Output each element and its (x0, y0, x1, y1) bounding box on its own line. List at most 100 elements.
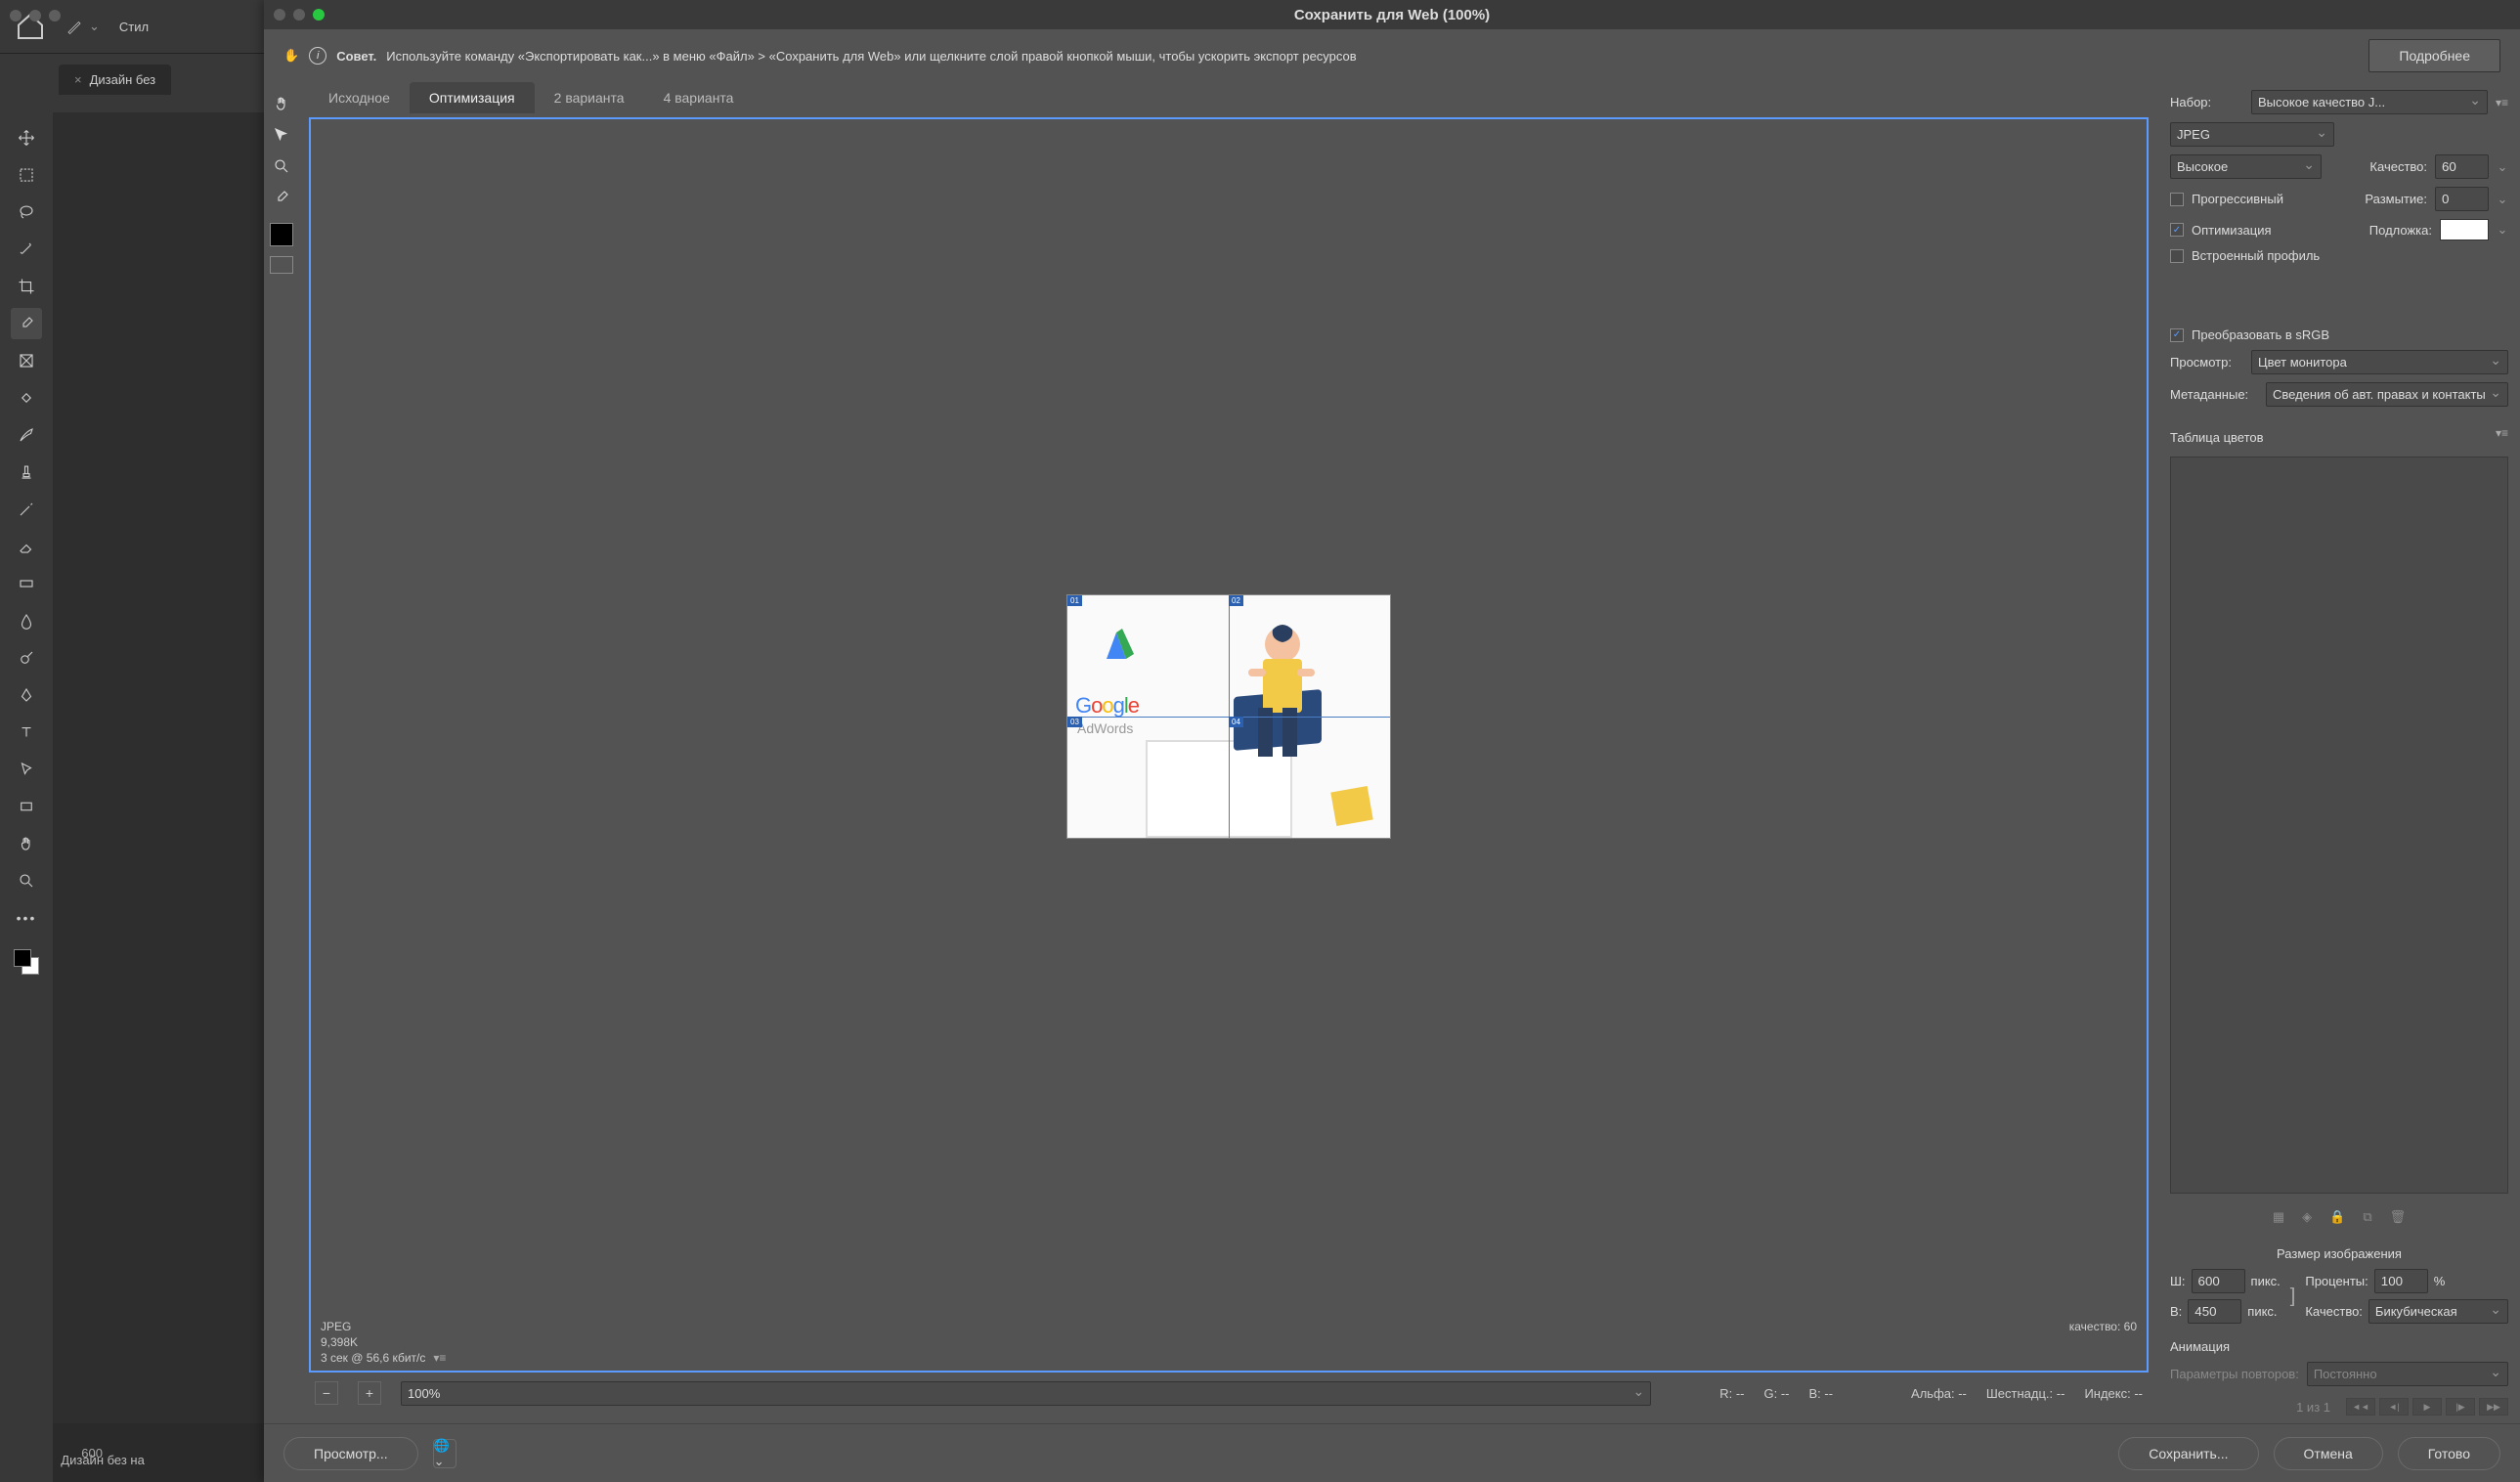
eraser-tool[interactable] (11, 531, 42, 562)
rectangle-tool[interactable] (11, 791, 42, 822)
resample-label: Качество: (2305, 1304, 2363, 1319)
text-tool[interactable] (11, 717, 42, 748)
spot-heal-tool[interactable] (11, 382, 42, 414)
ct-snap-icon[interactable]: ▦ (2273, 1209, 2284, 1225)
slice-visibility-toggle[interactable] (270, 256, 293, 274)
metadata-select[interactable]: Сведения об авт. правах и контакты (2266, 382, 2508, 407)
ct-new-icon[interactable]: ⧉ (2363, 1209, 2371, 1225)
eyedropper-color-swatch[interactable] (270, 223, 293, 246)
marquee-tool[interactable] (11, 159, 42, 191)
slice-select-tool[interactable] (268, 121, 295, 149)
preview-mode-select[interactable]: Цвет монитора (2251, 350, 2508, 374)
preview-tabs: Исходное Оптимизация 2 варианта 4 вариан… (309, 82, 2149, 113)
metadata-label: Метаданные: (2170, 387, 2258, 402)
tab-original[interactable]: Исходное (309, 82, 410, 113)
quality-preset-select[interactable]: Высокое (2170, 154, 2322, 179)
hand-tool[interactable] (11, 828, 42, 859)
blur-input[interactable] (2435, 187, 2489, 211)
more-info-button[interactable]: Подробнее (2368, 39, 2500, 72)
brush-tool[interactable] (11, 419, 42, 451)
minimize-window-icon[interactable] (293, 9, 305, 21)
done-button[interactable]: Готово (2398, 1437, 2500, 1470)
preview-canvas[interactable]: Google AdWords 01 (311, 119, 2147, 1314)
preset-select[interactable]: Высокое качество J... (2251, 90, 2488, 114)
slice-badge-03: 03 (1067, 717, 1082, 727)
ct-lock-icon[interactable]: 🔒 (2329, 1209, 2345, 1225)
gradient-tool[interactable] (11, 568, 42, 599)
tab-2up[interactable]: 2 варианта (535, 82, 644, 113)
browser-preview-dropdown[interactable]: 🌐⌄ (433, 1439, 456, 1468)
download-time-menu-icon[interactable]: ▾≡ (433, 1351, 446, 1365)
quality-input[interactable] (2435, 154, 2489, 179)
percent-input[interactable] (2374, 1269, 2428, 1293)
document-tab[interactable]: × Дизайн без (59, 65, 171, 95)
height-input[interactable] (2188, 1299, 2241, 1324)
blur-label: Размытие: (2365, 192, 2427, 206)
maximize-window-icon[interactable] (313, 9, 325, 21)
brush-tool-indicator[interactable]: ⌄ (65, 18, 100, 35)
stamp-tool[interactable] (11, 457, 42, 488)
photoshop-toolbar: ••• (0, 112, 53, 1482)
history-brush-tool[interactable] (11, 494, 42, 525)
animation-controls: 1 из 1 ◄◄ ◄| ▶ |▶ ▶▶ (2170, 1398, 2508, 1416)
color-table-tools: ▦ ◈ 🔒 ⧉ 🗑 (2170, 1205, 2508, 1229)
preset-menu-icon[interactable]: ▾≡ (2496, 96, 2508, 109)
ct-cube-icon[interactable]: ◈ (2302, 1209, 2312, 1225)
document-tab-label: Дизайн без (90, 72, 156, 87)
move-tool[interactable] (11, 122, 42, 153)
tab-4up[interactable]: 4 варианта (644, 82, 754, 113)
tab-optimized[interactable]: Оптимизация (410, 82, 535, 113)
zoom-out-button[interactable]: − (315, 1381, 338, 1405)
lasso-tool[interactable] (11, 196, 42, 228)
preview-button[interactable]: Просмотр... (283, 1437, 418, 1470)
color-b: B: -- (1808, 1386, 1833, 1401)
optimize-label: Оптимизация (2192, 223, 2272, 238)
dialog-titlebar: Сохранить для Web (100%) (264, 0, 2520, 29)
hand-tool[interactable] (268, 90, 295, 117)
close-icon[interactable]: × (74, 72, 82, 87)
percent-label: Проценты: (2305, 1274, 2368, 1288)
optimize-checkbox[interactable] (2170, 223, 2184, 237)
preview-mode-label: Просмотр: (2170, 355, 2243, 370)
resample-select[interactable]: Бикубическая (2368, 1299, 2508, 1324)
progressive-checkbox[interactable] (2170, 193, 2184, 206)
magic-wand-tool[interactable] (11, 234, 42, 265)
dialog-traffic-lights[interactable] (274, 9, 325, 21)
ct-trash-icon[interactable]: 🗑 (2390, 1209, 2407, 1225)
save-button[interactable]: Сохранить... (2118, 1437, 2258, 1470)
progressive-label: Прогрессивный (2192, 192, 2283, 206)
hint-prefix: Совет. (336, 49, 376, 64)
path-select-tool[interactable] (11, 754, 42, 785)
width-input[interactable] (2192, 1269, 2245, 1293)
zoom-in-button[interactable]: + (358, 1381, 381, 1405)
anim-last-button: ▶▶ (2479, 1398, 2508, 1416)
crop-tool[interactable] (11, 271, 42, 302)
matte-color-swatch[interactable] (2440, 219, 2489, 240)
quality-label: Качество: (2369, 159, 2427, 174)
eyedropper-tool[interactable] (11, 308, 42, 339)
color-r: R: -- (1719, 1386, 1744, 1401)
hand-tool-icon[interactable]: ✋ (283, 48, 299, 64)
zoom-tool-dialog[interactable] (268, 153, 295, 180)
pen-tool[interactable] (11, 679, 42, 711)
cancel-button[interactable]: Отмена (2274, 1437, 2383, 1470)
convert-srgb-checkbox[interactable] (2170, 328, 2184, 342)
eyedropper-tool-dialog[interactable] (268, 184, 295, 211)
style-label[interactable]: Стил (119, 20, 149, 34)
hint-text: Используйте команду «Экспортировать как.… (386, 49, 1356, 64)
zoom-tool[interactable] (11, 865, 42, 896)
color-table-menu-icon[interactable]: ▾≡ (2496, 426, 2508, 440)
zoom-select[interactable]: 100% (401, 1381, 1651, 1406)
close-window-icon[interactable] (274, 9, 285, 21)
blur-tool[interactable] (11, 605, 42, 636)
format-select[interactable]: JPEG (2170, 122, 2334, 147)
color-alpha: Альфа: -- (1911, 1386, 1967, 1401)
color-swatches[interactable] (14, 949, 39, 975)
link-dimensions-icon[interactable]: ] (2290, 1286, 2296, 1308)
more-tools[interactable]: ••• (11, 902, 42, 934)
convert-srgb-label: Преобразовать в sRGB (2192, 327, 2329, 342)
color-table (2170, 457, 2508, 1194)
frame-tool[interactable] (11, 345, 42, 376)
dodge-tool[interactable] (11, 642, 42, 674)
embed-profile-checkbox[interactable] (2170, 249, 2184, 263)
